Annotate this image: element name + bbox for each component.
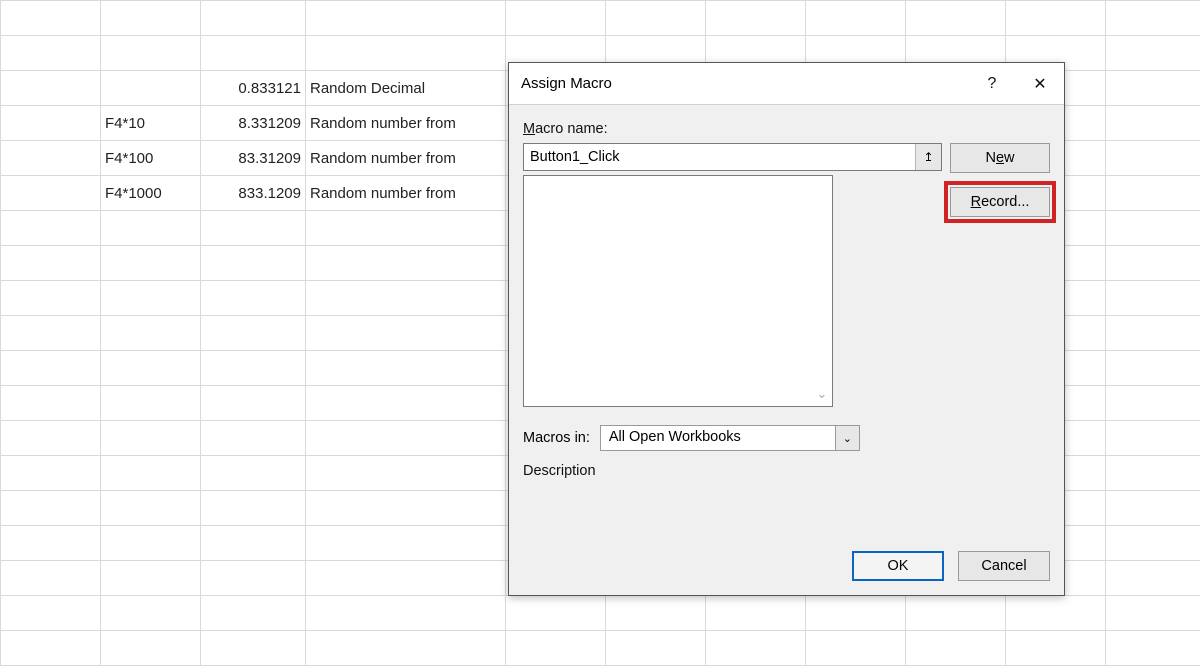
macros-in-combo[interactable]: All Open Workbooks ⌄ xyxy=(600,425,860,451)
cell[interactable]: Random number from xyxy=(306,176,506,211)
macro-name-field-wrapper: ↥ xyxy=(523,143,942,171)
cell[interactable]: 0.833121 xyxy=(201,71,306,106)
description-label: Description xyxy=(523,463,1050,479)
cell[interactable]: F4*10 xyxy=(101,106,201,141)
reference-edit-button[interactable]: ↥ xyxy=(915,144,941,170)
cell[interactable]: 833.1209 xyxy=(201,176,306,211)
record-button[interactable]: Record... xyxy=(950,187,1050,217)
cell[interactable]: 83.31209 xyxy=(201,141,306,176)
new-button-label: New xyxy=(985,150,1014,166)
close-icon: ✕ xyxy=(1033,74,1046,94)
dialog-titlebar[interactable]: Assign Macro ? ✕ xyxy=(509,63,1064,105)
cell[interactable]: Random number from xyxy=(306,141,506,176)
help-icon: ? xyxy=(988,75,997,93)
new-button[interactable]: New xyxy=(950,143,1050,173)
sheet-row xyxy=(1,596,1200,631)
combo-dropdown-button[interactable]: ⌄ xyxy=(835,426,859,450)
macros-in-value: All Open Workbooks xyxy=(601,426,835,450)
cell[interactable]: Random Decimal xyxy=(306,71,506,106)
macro-name-label: Macro name: xyxy=(523,121,1050,137)
macro-name-input[interactable] xyxy=(524,144,915,170)
chevron-down-icon: ⌄ xyxy=(843,432,852,445)
macros-in-label: Macros in: xyxy=(523,430,590,446)
reference-icon: ↥ xyxy=(923,150,933,164)
sheet-row xyxy=(1,1,1200,36)
dialog-title: Assign Macro xyxy=(509,75,968,92)
cell[interactable]: F4*1000 xyxy=(101,176,201,211)
macro-listbox[interactable]: ⌄ xyxy=(523,175,833,407)
ok-button[interactable]: OK xyxy=(852,551,944,581)
scroll-down-icon: ⌄ xyxy=(814,386,830,402)
cell[interactable]: F4*100 xyxy=(101,141,201,176)
close-button[interactable]: ✕ xyxy=(1016,63,1064,105)
cell[interactable]: 8.331209 xyxy=(201,106,306,141)
cell[interactable]: Random number from xyxy=(306,106,506,141)
record-button-label: Record... xyxy=(971,194,1030,210)
ok-button-label: OK xyxy=(888,558,909,574)
cell[interactable] xyxy=(101,71,201,106)
assign-macro-dialog: Assign Macro ? ✕ Macro name: ↥ ⌄ xyxy=(508,62,1065,596)
cancel-button[interactable]: Cancel xyxy=(958,551,1050,581)
sheet-row xyxy=(1,631,1200,666)
help-button[interactable]: ? xyxy=(968,63,1016,105)
cancel-button-label: Cancel xyxy=(981,558,1026,574)
